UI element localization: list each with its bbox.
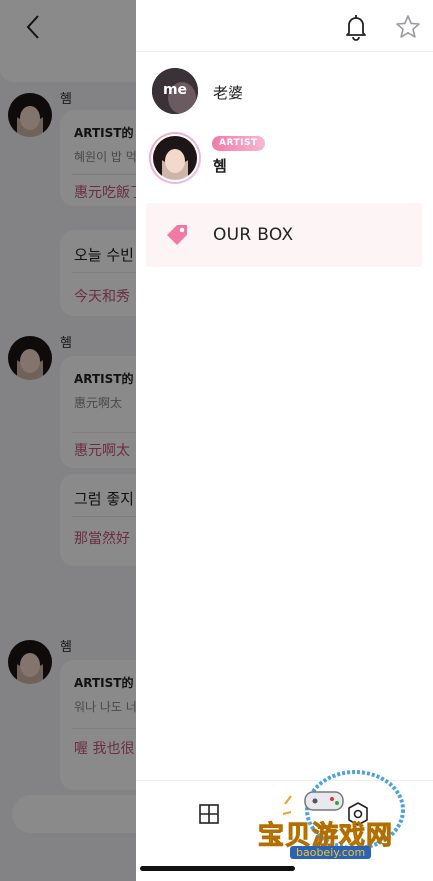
- drawer-header: [136, 0, 433, 52]
- watermark-url: baobeiy.com: [290, 846, 372, 859]
- member-row-me[interactable]: me 老婆: [136, 60, 433, 120]
- member-name: 老婆: [213, 84, 244, 102]
- home-indicator[interactable]: [140, 866, 295, 871]
- side-drawer: me 老婆 ARTIST 혬 OUR BOX: [136, 0, 433, 881]
- star-icon[interactable]: [394, 13, 422, 41]
- my-avatar: me: [152, 68, 198, 114]
- member-row-artist[interactable]: ARTIST 혬: [136, 128, 433, 188]
- our-box-button[interactable]: OUR BOX: [146, 203, 422, 267]
- artist-avatar: [149, 132, 201, 184]
- our-box-label: OUR BOX: [213, 225, 294, 245]
- artist-badge: ARTIST: [212, 136, 265, 151]
- bell-icon[interactable]: [343, 13, 369, 41]
- avatar-text: me: [162, 82, 188, 98]
- grid-icon[interactable]: [198, 803, 220, 825]
- tag-icon: [167, 225, 187, 245]
- member-name: 혬: [213, 157, 227, 175]
